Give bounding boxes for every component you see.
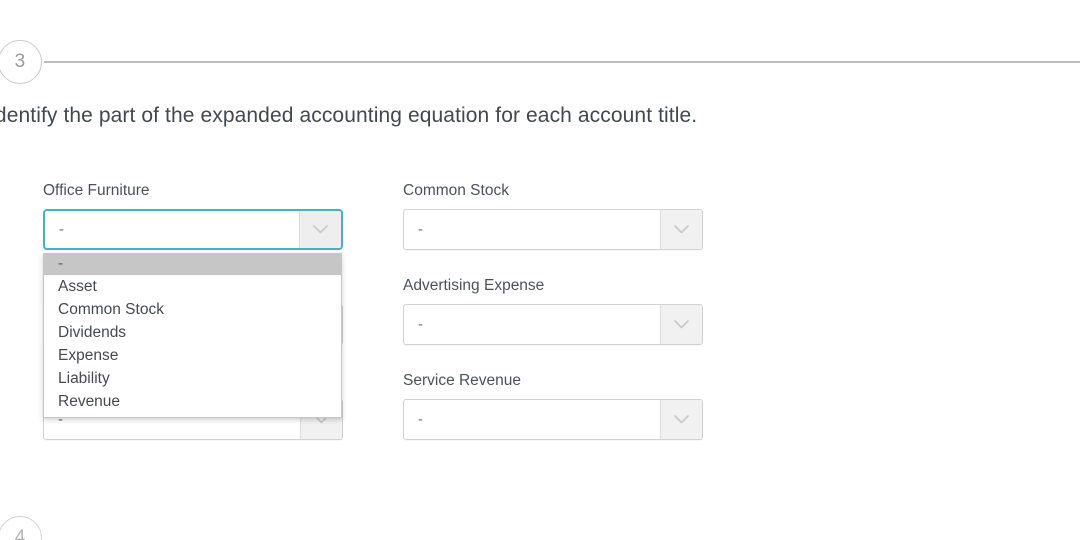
chevron-down-icon bbox=[313, 225, 328, 234]
select-advertising-expense[interactable]: - bbox=[403, 304, 703, 345]
chevron-down-icon bbox=[674, 415, 689, 424]
field-common-stock: Common Stock - bbox=[403, 182, 703, 250]
step-number-badge: 3 bbox=[0, 40, 42, 84]
chevron-down-icon bbox=[674, 225, 689, 234]
dropdown-option[interactable]: Revenue bbox=[44, 390, 341, 413]
question-prompt: Identify the part of the expanded accoun… bbox=[0, 104, 698, 127]
dropdown-option[interactable]: - bbox=[44, 253, 341, 275]
dropdown-option[interactable]: Asset bbox=[44, 275, 341, 298]
select-common-stock[interactable]: - bbox=[403, 209, 703, 250]
step-header: 3 bbox=[0, 0, 1080, 92]
select-arrow-button[interactable] bbox=[299, 211, 341, 248]
select-value: - bbox=[418, 316, 423, 333]
select-arrow-button[interactable] bbox=[660, 400, 702, 439]
dropdown-options-list[interactable]: - Asset Common Stock Dividends Expense L… bbox=[43, 253, 342, 418]
select-arrow-button[interactable] bbox=[660, 305, 702, 344]
field-office-furniture: Office Furniture - bbox=[43, 182, 343, 250]
field-label: Common Stock bbox=[403, 182, 509, 199]
select-arrow-button[interactable] bbox=[660, 210, 702, 249]
field-label: Advertising Expense bbox=[403, 277, 545, 294]
chevron-down-icon bbox=[674, 320, 689, 329]
select-value: - bbox=[418, 221, 423, 238]
select-value: - bbox=[418, 411, 423, 428]
dropdown-option[interactable]: Dividends bbox=[44, 321, 341, 344]
select-value: - bbox=[59, 221, 64, 238]
field-advertising-expense: Advertising Expense - bbox=[403, 277, 703, 345]
field-label: Service Revenue bbox=[403, 372, 522, 389]
field-service-revenue: Service Revenue - bbox=[403, 372, 703, 440]
dropdown-option[interactable]: Liability bbox=[44, 367, 341, 390]
dropdown-option[interactable]: Expense bbox=[44, 344, 341, 367]
select-office-furniture[interactable]: - bbox=[43, 209, 343, 250]
next-step-number-badge: 4 bbox=[0, 516, 42, 540]
step-divider-rule bbox=[44, 61, 1080, 63]
question-page: 3 Identify the part of the expanded acco… bbox=[0, 0, 1080, 540]
select-service-revenue[interactable]: - bbox=[403, 399, 703, 440]
field-label: Office Furniture bbox=[43, 182, 150, 199]
dropdown-option[interactable]: Common Stock bbox=[44, 298, 341, 321]
